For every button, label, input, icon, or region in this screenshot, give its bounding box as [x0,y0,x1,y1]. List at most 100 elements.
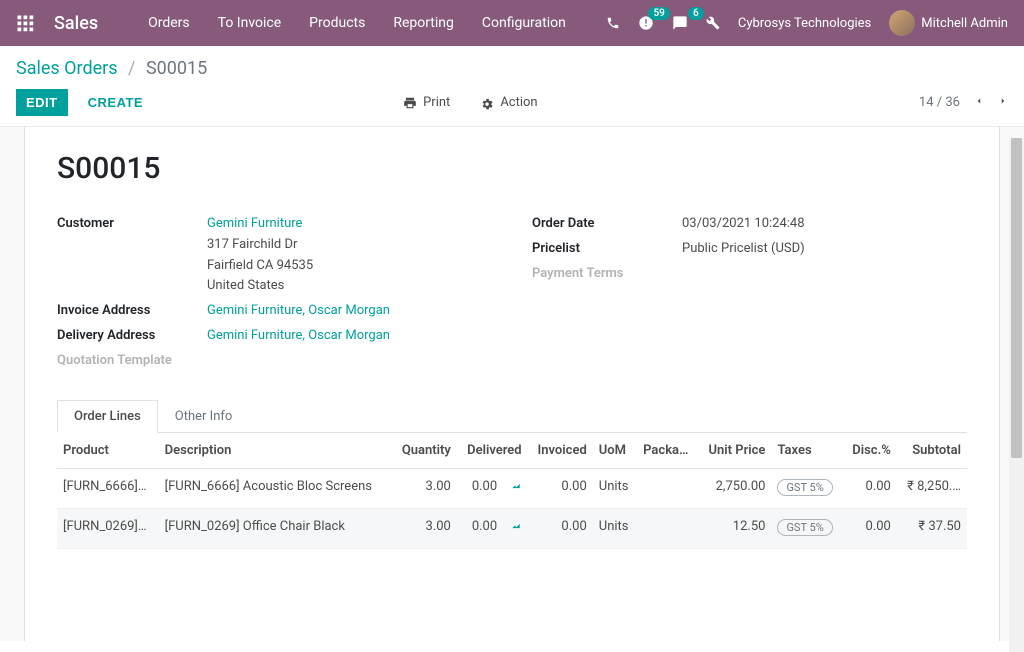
messages-icon[interactable]: 6 [672,15,688,31]
customer-link[interactable]: Gemini Furniture [207,216,302,231]
chart-icon[interactable] [503,519,521,534]
breadcrumb: Sales Orders / S00015 [0,46,1024,85]
customer-addr2: Fairfield CA 94535 [207,258,313,273]
value-order-date: 03/03/2021 10:24:48 [682,214,967,235]
cell-quantity: 3.00 [392,508,457,548]
label-delivery-address: Delivery Address [57,326,207,347]
cell-subtotal: ₹ 8,250.… [897,468,967,508]
cell-delivered: 0.00 [457,508,528,548]
activities-icon[interactable]: 59 [638,15,654,31]
tax-tag: GST 5% [777,519,832,536]
cell-product: [FURN_0269]… [63,519,147,534]
customer-addr1: 317 Fairchild Dr [207,237,297,252]
col-quantity[interactable]: Quantity [392,433,457,469]
invoice-address-link[interactable]: Gemini Furniture, Oscar Morgan [207,303,390,318]
company-switcher[interactable]: Cybrosys Technologies [738,16,871,31]
form-scroll[interactable]: S00015 Customer Gemini Furniture 317 Fai… [0,127,1024,641]
breadcrumb-root[interactable]: Sales Orders [16,58,118,79]
tab-order-lines[interactable]: Order Lines [57,400,158,433]
cell-description: [FURN_6666] Acoustic Bloc Screens [159,468,392,508]
col-taxes[interactable]: Taxes [771,433,843,469]
user-menu[interactable]: Mitchell Admin [889,10,1008,36]
avatar [889,10,915,36]
apps-icon[interactable] [16,14,34,32]
gear-icon [480,96,494,110]
main-menu: Orders To Invoice Products Reporting Con… [148,15,606,31]
cell-taxes: GST 5% [771,468,843,508]
cell-invoiced: 0.00 [528,468,593,508]
cell-description: [FURN_0269] Office Chair Black [159,508,392,548]
table-row[interactable]: [FURN_0269]… [FURN_0269] Office Chair Bl… [57,508,967,548]
menu-orders[interactable]: Orders [148,15,190,31]
col-package[interactable]: Packa… [637,433,698,469]
value-customer: Gemini Furniture 317 Fairchild Dr Fairfi… [207,214,492,297]
control-panel: Sales Orders / S00015 EDIT CREATE Print … [0,46,1024,127]
cell-uom: Units [593,508,637,548]
notebook-tabs: Order Lines Other Info [57,400,967,433]
menu-to-invoice[interactable]: To Invoice [218,15,282,31]
create-button[interactable]: CREATE [78,89,153,116]
chart-icon[interactable] [503,479,521,494]
print-icon [403,96,417,110]
cell-subtotal: ₹ 37.50 [897,508,967,548]
activities-badge: 59 [648,7,669,20]
navbar-right: 59 6 Cybrosys Technologies Mitchell Admi… [606,10,1008,36]
col-unit-price[interactable]: Unit Price [698,433,771,469]
top-navbar: Sales Orders To Invoice Products Reporti… [0,0,1024,46]
col-delivered[interactable]: Delivered [457,433,528,469]
tab-other-info[interactable]: Other Info [158,400,250,433]
menu-configuration[interactable]: Configuration [482,15,566,31]
table-row[interactable]: [FURN_6666]… [FURN_6666] Acoustic Bloc S… [57,468,967,508]
messages-badge: 6 [688,7,704,20]
action-row: EDIT CREATE Print Action 14 / 36 [0,85,1024,126]
app-brand[interactable]: Sales [54,13,98,34]
label-invoice-address: Invoice Address [57,301,207,322]
breadcrumb-sep: / [128,58,135,79]
cell-disc: 0.00 [843,468,897,508]
scrollbar-thumb[interactable] [1011,138,1022,458]
edit-button[interactable]: EDIT [16,89,68,116]
form-sheet: S00015 Customer Gemini Furniture 317 Fai… [24,127,1000,641]
cell-package [637,508,698,548]
cell-delivered: 0.00 [457,468,528,508]
action-dropdown[interactable]: Action [480,95,537,110]
cell-uom: Units [593,468,637,508]
cell-package [637,468,698,508]
menu-products[interactable]: Products [309,15,365,31]
col-uom[interactable]: UoM [593,433,637,469]
menu-reporting[interactable]: Reporting [393,15,454,31]
order-name: S00015 [57,151,967,186]
wrench-icon[interactable] [706,16,720,30]
cell-disc: 0.00 [843,508,897,548]
value-pricelist: Public Pricelist (USD) [682,239,967,260]
col-product[interactable]: Product [57,433,159,469]
cell-invoiced: 0.00 [528,508,593,548]
order-lines-table: Product Description Quantity Delivered I… [57,433,967,549]
col-invoiced[interactable]: Invoiced [528,433,593,469]
phone-icon[interactable] [606,16,620,30]
label-customer: Customer [57,214,207,235]
pager: 14 / 36 [919,94,1008,112]
print-dropdown[interactable]: Print [403,95,450,110]
cell-unit-price: 12.50 [698,508,771,548]
tax-tag: GST 5% [777,479,832,496]
pager-prev[interactable] [974,94,984,112]
cell-product: [FURN_6666]… [63,479,147,494]
print-label: Print [423,95,450,110]
action-label: Action [500,95,537,110]
col-subtotal[interactable]: Subtotal [897,433,967,469]
pager-next[interactable] [998,94,1008,112]
col-description[interactable]: Description [159,433,392,469]
user-name: Mitchell Admin [921,16,1008,31]
label-order-date: Order Date [532,214,682,235]
pager-text: 14 / 36 [919,95,960,110]
delivery-address-link[interactable]: Gemini Furniture, Oscar Morgan [207,328,390,343]
customer-country: United States [207,278,284,293]
label-pricelist: Pricelist [532,239,682,260]
cell-taxes: GST 5% [771,508,843,548]
cell-quantity: 3.00 [392,468,457,508]
label-payment-terms: Payment Terms [532,264,682,285]
col-disc[interactable]: Disc.% [843,433,897,469]
label-quotation-template: Quotation Template [57,351,207,372]
breadcrumb-current: S00015 [146,58,207,79]
